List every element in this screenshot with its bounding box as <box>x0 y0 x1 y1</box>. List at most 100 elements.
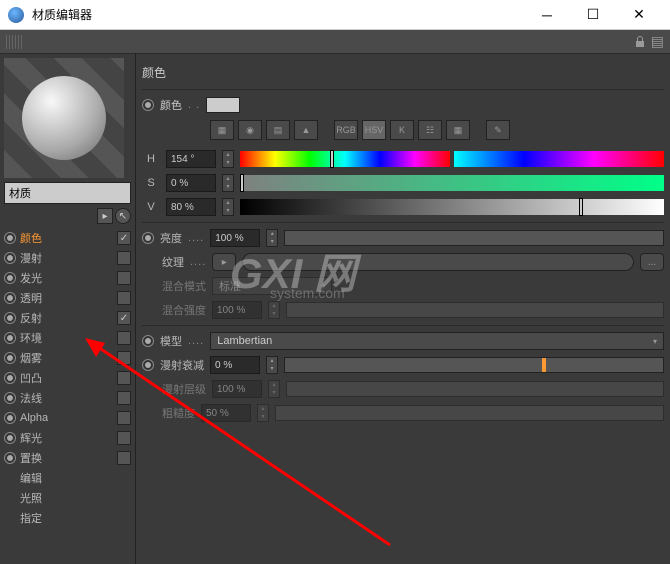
material-name-input[interactable]: 材质 <box>4 182 131 204</box>
radio-icon[interactable] <box>4 332 16 344</box>
radio-icon[interactable] <box>4 232 16 244</box>
channel-checkbox[interactable]: ✓ <box>117 311 131 325</box>
channel-label: 置换 <box>20 450 113 466</box>
s-input[interactable]: 0 % <box>166 174 216 192</box>
radio-icon[interactable] <box>4 432 16 444</box>
spinner[interactable]: ▴▾ <box>222 198 234 216</box>
image-icon[interactable]: ▲ <box>294 120 318 140</box>
radio-icon[interactable] <box>4 292 16 304</box>
channel-checkbox[interactable] <box>117 431 131 445</box>
radio-icon[interactable] <box>4 412 16 424</box>
spectrum-icon[interactable]: ▤ <box>266 120 290 140</box>
roughness-slider[interactable] <box>275 405 664 421</box>
channel-displacement[interactable]: 置换 <box>0 448 135 468</box>
val-slider[interactable] <box>240 199 664 215</box>
radio-icon[interactable] <box>142 99 154 111</box>
v-input[interactable]: 80 % <box>166 198 216 216</box>
spinner[interactable]: ▴▾ <box>266 229 278 247</box>
model-label: 模型 <box>160 333 182 349</box>
channel-checkbox[interactable] <box>117 351 131 365</box>
diffuse-level-input[interactable]: 100 % <box>212 380 262 398</box>
menu-icon[interactable]: ▤ <box>651 33 664 50</box>
model-dropdown[interactable]: Lambertian▾ <box>210 332 664 350</box>
radio-icon[interactable] <box>4 452 16 464</box>
roughness-input[interactable]: 50 % <box>201 404 251 422</box>
channel-checkbox[interactable]: ✓ <box>117 231 131 245</box>
divider <box>142 222 664 223</box>
spinner[interactable]: ▴▾ <box>257 404 269 422</box>
channel-checkbox[interactable] <box>117 331 131 345</box>
falloff-slider[interactable] <box>284 357 664 373</box>
channel-checkbox[interactable] <box>117 391 131 405</box>
maximize-button[interactable]: ☐ <box>570 0 616 30</box>
channel-illumination[interactable]: 光照 <box>0 488 135 508</box>
rgb-button[interactable]: RGB <box>334 120 358 140</box>
blend-strength-slider[interactable] <box>286 302 664 318</box>
radio-icon[interactable] <box>4 312 16 324</box>
dropdown-value: Lambertian <box>217 335 272 347</box>
brightness-input[interactable]: 100 % <box>210 229 260 247</box>
channel-checkbox[interactable] <box>117 251 131 265</box>
radio-icon[interactable] <box>4 352 16 364</box>
close-button[interactable]: ✕ <box>616 0 662 30</box>
radio-icon[interactable] <box>142 335 154 347</box>
mixer-icon[interactable]: ☷ <box>418 120 442 140</box>
channel-normal[interactable]: 法线 <box>0 388 135 408</box>
texture-field[interactable] <box>242 253 634 271</box>
texture-browse-button[interactable]: ... <box>640 253 664 271</box>
spinner[interactable]: ▴▾ <box>222 150 234 168</box>
radio-icon[interactable] <box>4 372 16 384</box>
nav-pick-button[interactable]: ↖ <box>115 208 131 224</box>
color-swatch[interactable] <box>206 97 240 113</box>
texture-arrow-button[interactable]: ▸ <box>212 253 236 271</box>
minimize-button[interactable]: ─ <box>524 0 570 30</box>
spinner[interactable]: ▴▾ <box>268 380 280 398</box>
channel-luminance[interactable]: 发光 <box>0 268 135 288</box>
radio-icon[interactable] <box>142 359 154 371</box>
wheel-icon[interactable]: ◉ <box>238 120 262 140</box>
sat-row: S 0 % ▴▾ <box>142 172 664 194</box>
channel-checkbox[interactable] <box>117 371 131 385</box>
spinner[interactable]: ▴▾ <box>266 356 278 374</box>
grid-icon[interactable]: ▦ <box>210 120 234 140</box>
nav-next-button[interactable]: ▸ <box>97 208 113 224</box>
channel-fog[interactable]: 烟雾 <box>0 348 135 368</box>
channel-alpha[interactable]: Alpha <box>0 408 135 428</box>
blend-strength-input[interactable]: 100 % <box>212 301 262 319</box>
channel-checkbox[interactable] <box>117 291 131 305</box>
eyedropper-icon[interactable]: ✎ <box>486 120 510 140</box>
swatch-icon[interactable]: ▦ <box>446 120 470 140</box>
channel-assign[interactable]: 指定 <box>0 508 135 528</box>
radio-icon[interactable] <box>142 232 154 244</box>
spinner[interactable]: ▴▾ <box>268 301 280 319</box>
channel-color[interactable]: 颜色✓ <box>0 228 135 248</box>
color-label: 颜色 <box>160 97 182 113</box>
brightness-slider[interactable] <box>284 230 664 246</box>
radio-icon[interactable] <box>4 392 16 404</box>
channel-diffuse[interactable]: 漫射 <box>0 248 135 268</box>
channel-reflection[interactable]: 反射✓ <box>0 308 135 328</box>
channel-label: 编辑 <box>20 470 131 486</box>
lock-icon[interactable] <box>633 35 647 49</box>
h-input[interactable]: 154 ° <box>166 150 216 168</box>
channel-bump[interactable]: 凹凸 <box>0 368 135 388</box>
channel-edit[interactable]: 编辑 <box>0 468 135 488</box>
channel-transparency[interactable]: 透明 <box>0 288 135 308</box>
hue-slider-1[interactable] <box>240 151 450 167</box>
falloff-input[interactable]: 0 % <box>210 356 260 374</box>
hue-slider-2[interactable] <box>454 151 664 167</box>
k-button[interactable]: K <box>390 120 414 140</box>
material-preview[interactable] <box>4 58 124 178</box>
sat-slider[interactable] <box>240 175 664 191</box>
radio-icon[interactable] <box>4 272 16 284</box>
diffuse-level-slider[interactable] <box>286 381 664 397</box>
spinner[interactable]: ▴▾ <box>222 174 234 192</box>
channel-environment[interactable]: 环境 <box>0 328 135 348</box>
blend-mode-dropdown[interactable]: 标准▾ <box>212 277 332 295</box>
channel-checkbox[interactable] <box>117 451 131 465</box>
channel-checkbox[interactable] <box>117 271 131 285</box>
channel-glow[interactable]: 辉光 <box>0 428 135 448</box>
channel-checkbox[interactable] <box>117 411 131 425</box>
hsv-button[interactable]: HSV <box>362 120 386 140</box>
radio-icon[interactable] <box>4 252 16 264</box>
